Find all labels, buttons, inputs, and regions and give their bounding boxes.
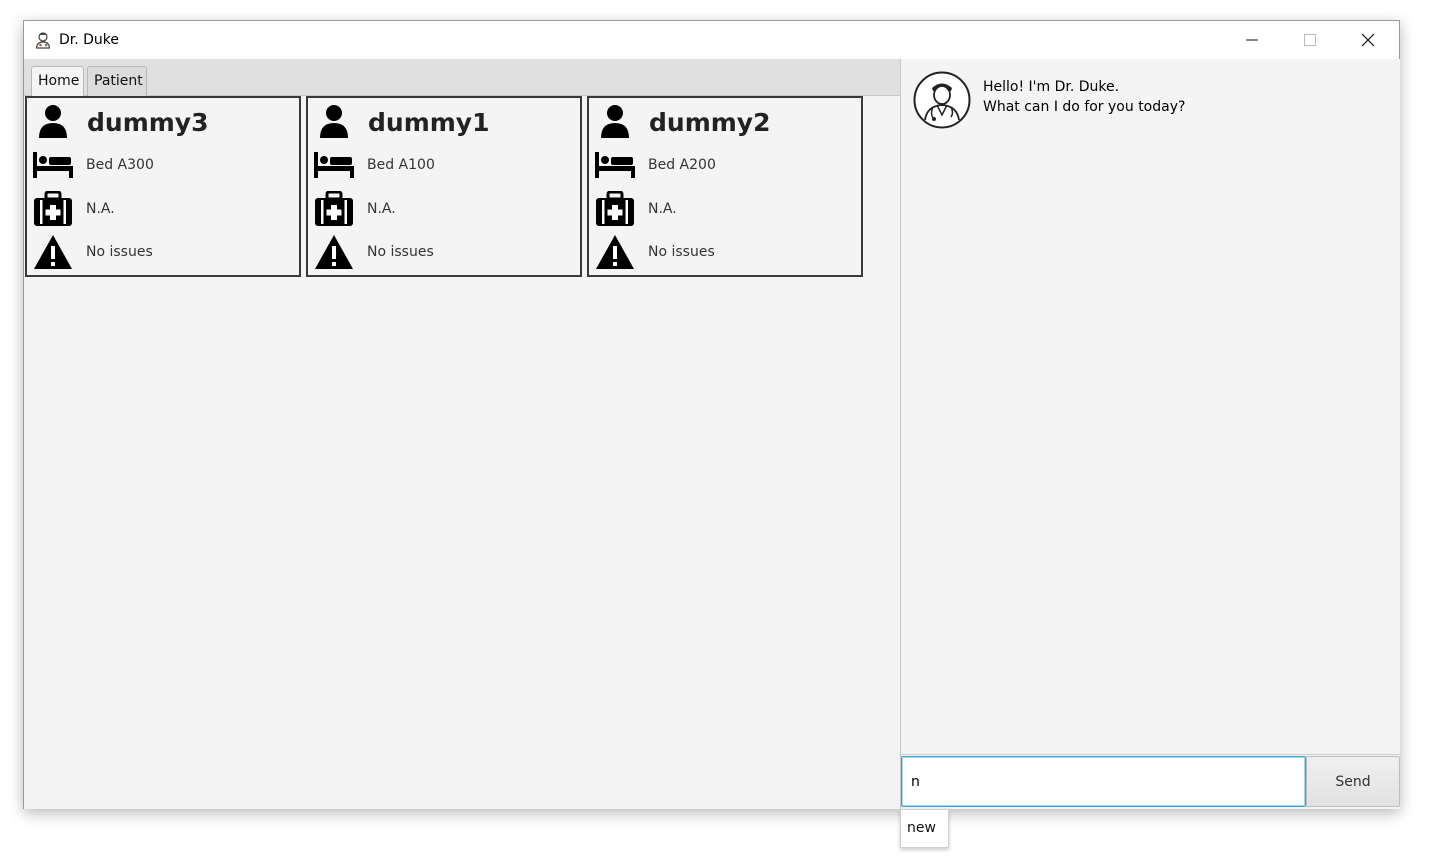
patient-card[interactable]: dummy2 Bed A200 N.A. No issues xyxy=(587,96,863,277)
duke-message-line2: What can I do for you today? xyxy=(983,99,1186,115)
doctor-icon xyxy=(35,32,51,49)
warning-icon xyxy=(596,235,634,269)
warning-icon xyxy=(315,235,353,269)
patient-bed: Bed A100 xyxy=(367,157,435,173)
patient-name-row: dummy1 xyxy=(314,104,489,140)
input-bar: Send xyxy=(901,754,1401,809)
minimize-icon xyxy=(1246,39,1258,41)
maximize-icon xyxy=(1304,34,1316,46)
minimize-button[interactable] xyxy=(1223,21,1281,59)
patient-bed-row: Bed A100 xyxy=(314,152,435,178)
patient-card[interactable]: dummy1 Bed A100 N.A. No issues xyxy=(306,96,582,277)
patient-issues: No issues xyxy=(86,244,153,260)
autocomplete-item[interactable]: new xyxy=(907,820,942,836)
patient-issues: No issues xyxy=(648,244,715,260)
medkit-icon xyxy=(34,191,72,226)
bed-icon xyxy=(595,152,635,178)
patient-condition: N.A. xyxy=(367,201,396,217)
patient-name: dummy2 xyxy=(649,107,771,137)
patient-name: dummy3 xyxy=(87,107,209,137)
patient-bed-row: Bed A300 xyxy=(33,152,154,178)
patient-issues-row: No issues xyxy=(33,234,153,270)
patient-condition-row: N.A. xyxy=(33,191,115,227)
tab-home[interactable]: Home xyxy=(31,66,84,97)
medkit-icon xyxy=(596,191,634,226)
medkit-icon xyxy=(315,191,353,226)
command-input[interactable] xyxy=(901,756,1306,807)
close-icon xyxy=(1361,33,1375,47)
duke-message: Hello! I'm Dr. Duke. What can I do for y… xyxy=(983,77,1185,129)
patient-condition-row: N.A. xyxy=(314,191,396,227)
app-window: Dr. Duke Home Patient dummy3 Bed A300 N.… xyxy=(23,20,1401,809)
person-icon xyxy=(601,105,629,138)
patient-name-row: dummy2 xyxy=(595,104,770,140)
patient-issues-row: No issues xyxy=(314,234,434,270)
bed-icon xyxy=(33,152,73,178)
patient-name: dummy1 xyxy=(368,107,490,137)
home-pane: Home Patient dummy3 Bed A300 N.A. No iss… xyxy=(24,59,900,809)
duke-message-line1: Hello! I'm Dr. Duke. xyxy=(983,79,1120,95)
patient-issues-row: No issues xyxy=(595,234,715,270)
title-bar[interactable]: Dr. Duke xyxy=(24,21,1399,59)
close-button[interactable] xyxy=(1339,21,1397,59)
window-title: Dr. Duke xyxy=(59,32,120,48)
patient-card[interactable]: dummy3 Bed A300 N.A. No issues xyxy=(25,96,301,277)
doctor-avatar-icon xyxy=(913,71,971,129)
person-icon xyxy=(320,105,348,138)
patient-condition-row: N.A. xyxy=(595,191,677,227)
duke-dialog: Hello! I'm Dr. Duke. What can I do for y… xyxy=(913,71,1185,129)
tab-patient[interactable]: Patient xyxy=(87,66,147,96)
patient-condition: N.A. xyxy=(648,201,677,217)
patient-bed-row: Bed A200 xyxy=(595,152,716,178)
autocomplete-popup: new xyxy=(900,809,949,848)
chat-pane: Hello! I'm Dr. Duke. What can I do for y… xyxy=(900,59,1401,809)
tab-header: Home Patient xyxy=(24,59,900,97)
maximize-button[interactable] xyxy=(1281,21,1339,59)
patient-issues: No issues xyxy=(367,244,434,260)
patient-name-row: dummy3 xyxy=(33,104,208,140)
patient-condition: N.A. xyxy=(86,201,115,217)
bed-icon xyxy=(314,152,354,178)
warning-icon xyxy=(34,235,72,269)
send-button[interactable]: Send xyxy=(1306,756,1400,807)
patient-bed: Bed A300 xyxy=(86,157,154,173)
person-icon xyxy=(39,105,67,138)
patient-bed: Bed A200 xyxy=(648,157,716,173)
